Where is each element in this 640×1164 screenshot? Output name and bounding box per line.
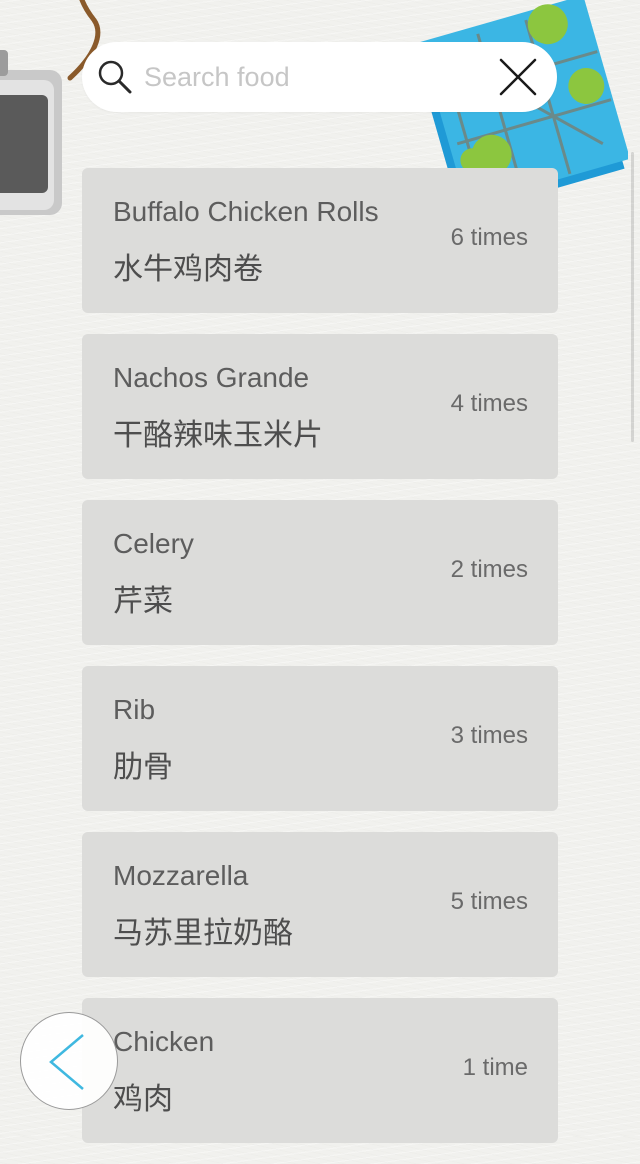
chevron-left-icon [49, 1034, 84, 1090]
search-input[interactable] [144, 54, 474, 100]
food-name-english: Buffalo Chicken Rolls [113, 196, 379, 227]
food-name-chinese: 干酪辣味玉米片 [113, 419, 323, 452]
food-count: 2 times [450, 556, 528, 583]
food-name-chinese: 鸡肉 [113, 1083, 173, 1116]
search-icon [98, 60, 132, 94]
food-name-english: Rib [113, 694, 156, 725]
close-icon[interactable] [497, 56, 539, 98]
food-item[interactable]: Chicken 鸡肉 1 time [82, 998, 558, 1143]
scrollbar[interactable] [631, 152, 634, 442]
food-item[interactable]: Buffalo Chicken Rolls 水牛鸡肉卷 6 times [82, 168, 558, 313]
food-name-english: Nachos Grande [113, 362, 310, 393]
food-name-english: Celery [113, 528, 194, 559]
food-item[interactable]: Rib 肋骨 3 times [82, 666, 558, 811]
food-count: 1 time [462, 1054, 528, 1081]
food-list: Buffalo Chicken Rolls 水牛鸡肉卷 6 times Nach… [82, 168, 558, 1164]
search-bar [82, 42, 557, 112]
food-count: 5 times [450, 888, 528, 915]
food-history-screen: { "search": { "placeholder": "Search foo… [0, 0, 640, 1143]
food-name-chinese: 芹菜 [113, 585, 173, 618]
food-item[interactable]: Nachos Grande 干酪辣味玉米片 4 times [82, 334, 558, 479]
food-name-chinese: 肋骨 [113, 751, 173, 784]
back-button[interactable] [20, 1012, 118, 1110]
food-name-chinese: 马苏里拉奶酪 [113, 917, 293, 950]
food-item[interactable]: Mozzarella 马苏里拉奶酪 5 times [82, 832, 558, 977]
food-count: 4 times [450, 390, 528, 417]
camera-decoration [0, 50, 62, 215]
food-name-english: Chicken [113, 1026, 215, 1057]
food-count: 6 times [450, 224, 528, 251]
food-name-english: Mozzarella [113, 860, 249, 891]
food-count: 3 times [450, 722, 528, 749]
food-name-chinese: 水牛鸡肉卷 [113, 253, 263, 286]
food-item[interactable]: Celery 芹菜 2 times [82, 500, 558, 645]
